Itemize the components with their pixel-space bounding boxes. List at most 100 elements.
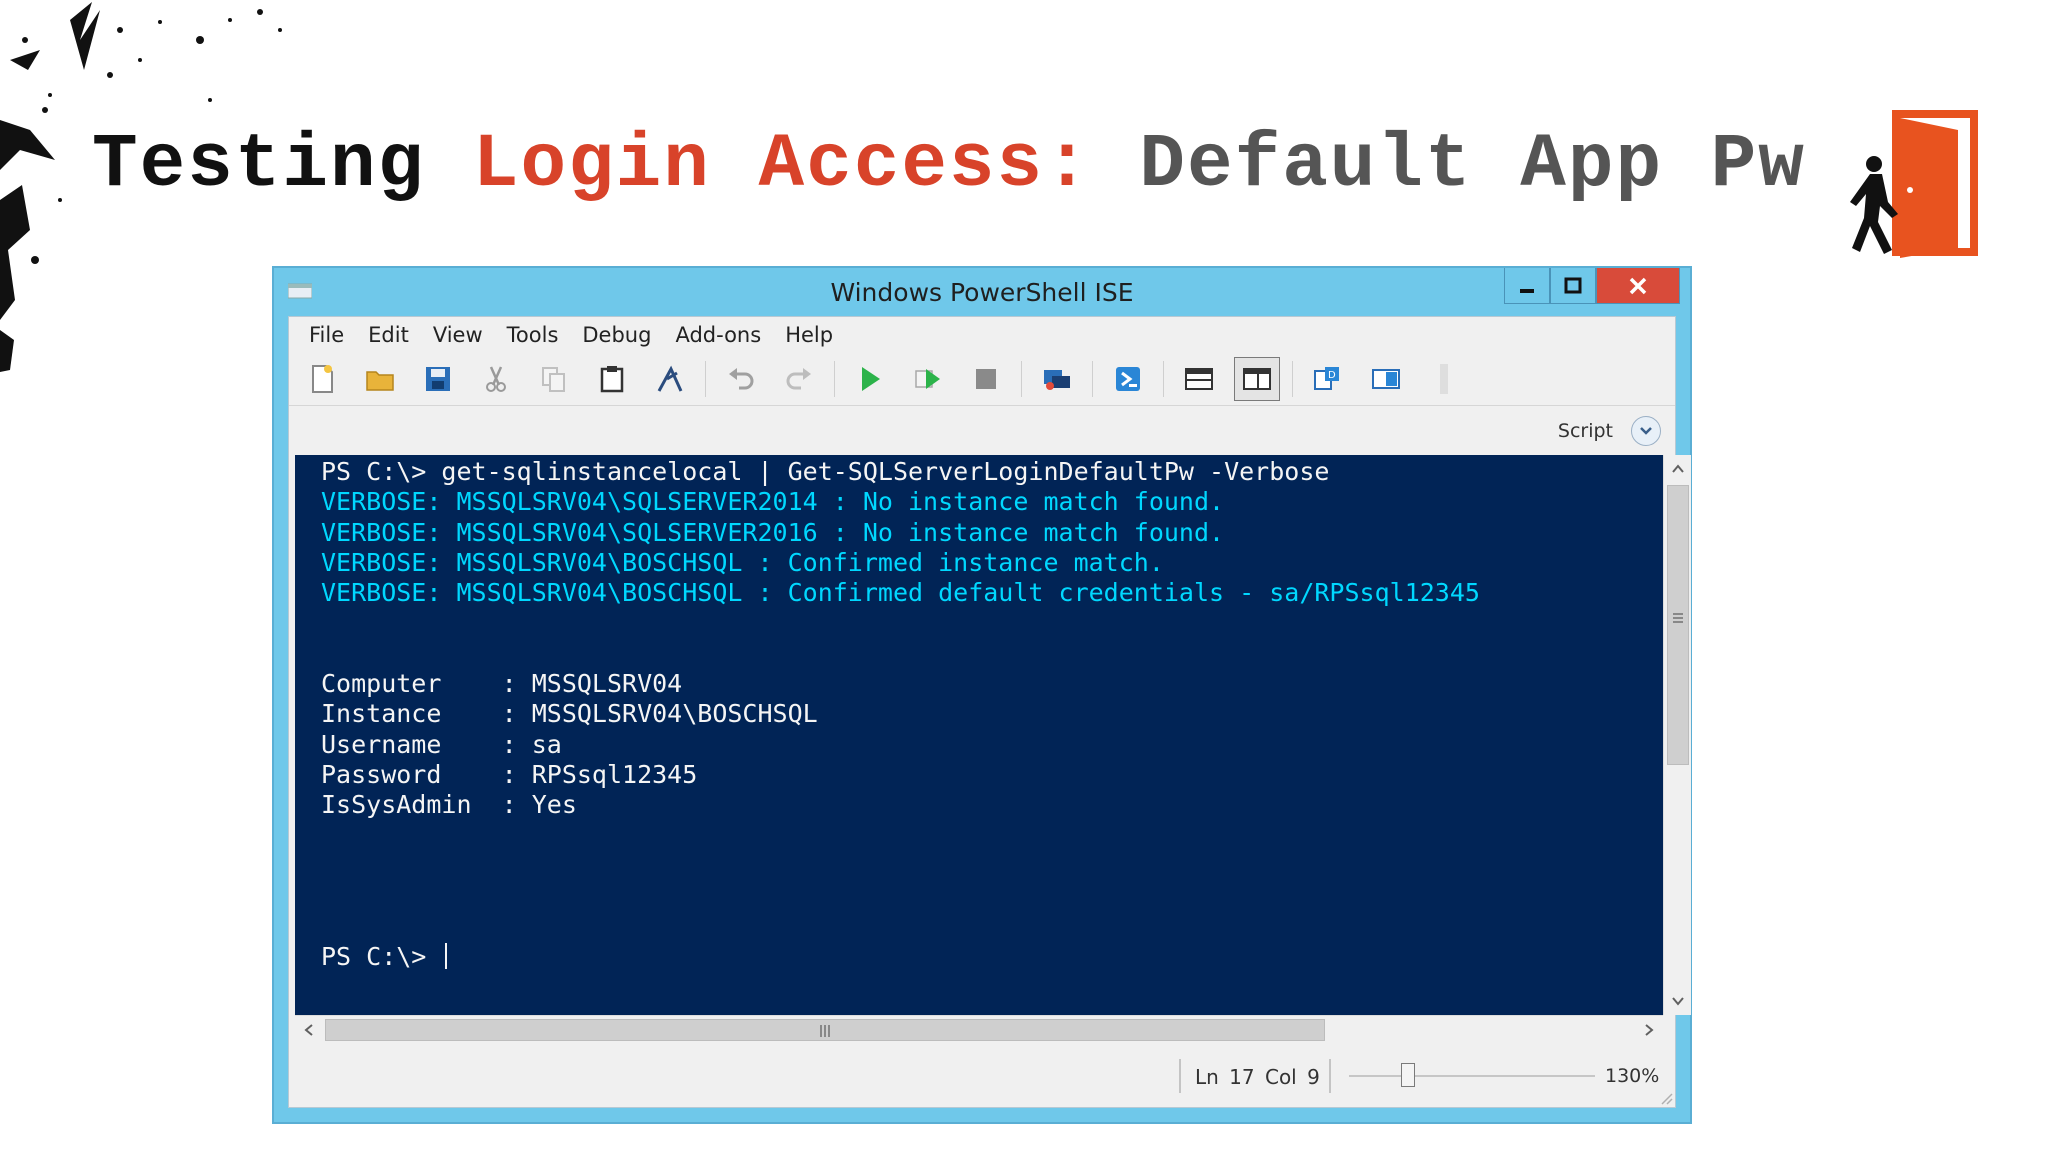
script-pane-top-icon bbox=[1185, 368, 1213, 390]
redo-button[interactable] bbox=[776, 357, 822, 401]
console-command-line: PS C:\> get-sqlinstancelocal | Get-SQLSe… bbox=[321, 457, 1330, 486]
console-input-prompt[interactable]: PS C:\> bbox=[321, 942, 1663, 972]
clear-console-icon bbox=[657, 365, 683, 392]
zoom-slider-thumb[interactable] bbox=[1401, 1063, 1416, 1087]
svg-text:D: D bbox=[1328, 370, 1336, 381]
console-verbose-line: VERBOSE: MSSQLSRV04\BOSCHSQL : Confirmed… bbox=[321, 547, 1164, 577]
show-commands-icon: D bbox=[1314, 367, 1339, 390]
status-separator bbox=[1179, 1059, 1181, 1093]
clear-console-button[interactable] bbox=[647, 357, 693, 401]
minimize-icon bbox=[1520, 288, 1534, 293]
remote-tab-button[interactable] bbox=[1034, 357, 1080, 401]
console-pane[interactable]: PS C:\> get-sqlinstancelocal | Get-SQLSe… bbox=[295, 455, 1663, 1015]
exit-door-icon bbox=[1850, 110, 1978, 258]
chevron-up-icon bbox=[1672, 464, 1684, 473]
toolbar-overflow[interactable] bbox=[1421, 357, 1467, 401]
console-verbose-line: VERBOSE: MSSQLSRV04\SQLSERVER2016 : No i… bbox=[321, 517, 1225, 547]
run-button[interactable] bbox=[847, 357, 893, 401]
maximize-icon bbox=[1564, 277, 1582, 293]
horizontal-scroll-thumb[interactable] bbox=[325, 1019, 1325, 1041]
save-button[interactable] bbox=[415, 357, 461, 401]
save-icon bbox=[426, 367, 450, 391]
toolbar-separator bbox=[1021, 361, 1022, 397]
menu-file[interactable]: File bbox=[297, 323, 356, 347]
new-file-button[interactable] bbox=[299, 357, 345, 401]
menu-tools[interactable]: Tools bbox=[495, 323, 571, 347]
toolbar-separator bbox=[834, 361, 835, 397]
close-button[interactable] bbox=[1596, 268, 1680, 304]
undo-button[interactable] bbox=[718, 357, 764, 401]
title-part-login-access: Login Access: bbox=[472, 122, 1092, 208]
script-pane-top-button[interactable] bbox=[1176, 357, 1222, 401]
stop-button[interactable] bbox=[963, 357, 1009, 401]
redo-icon bbox=[786, 368, 811, 390]
vertical-scroll-thumb[interactable] bbox=[1667, 485, 1689, 765]
remote-tab-icon bbox=[1044, 370, 1070, 390]
console-output-line: Username : sa bbox=[321, 729, 562, 759]
run-selection-button[interactable] bbox=[905, 357, 951, 401]
horizontal-scrollbar[interactable] bbox=[295, 1015, 1663, 1043]
copy-icon bbox=[542, 367, 565, 392]
menu-view[interactable]: View bbox=[421, 323, 495, 347]
run-icon bbox=[862, 367, 880, 391]
zoom-level: 130% bbox=[1605, 1065, 1660, 1087]
stop-icon bbox=[976, 369, 996, 389]
toolbar: D bbox=[289, 353, 1675, 405]
script-label[interactable]: Script bbox=[1558, 420, 1613, 442]
title-part-testing: Testing bbox=[92, 122, 473, 208]
show-addon-icon bbox=[1372, 369, 1400, 389]
console-verbose-line: VERBOSE: MSSQLSRV04\SQLSERVER2014 : No i… bbox=[321, 487, 1225, 517]
zoom-slider-track[interactable] bbox=[1349, 1075, 1595, 1077]
resize-grip-icon[interactable] bbox=[1659, 1091, 1673, 1105]
scroll-up-arrow[interactable] bbox=[1664, 455, 1692, 483]
chevron-down-icon bbox=[1672, 997, 1684, 1006]
scroll-right-arrow[interactable] bbox=[1635, 1016, 1663, 1044]
powershell-ise-window: Windows PowerShell ISE File Edit View To… bbox=[272, 266, 1692, 1124]
toolbar-separator bbox=[1292, 361, 1293, 397]
console-output-line: Password : RPSsql12345 bbox=[321, 759, 698, 789]
script-pane-right-icon bbox=[1243, 368, 1271, 390]
console-output-line: Instance : MSSQLSRV04\BOSCHSQL bbox=[321, 699, 818, 729]
scroll-grip-icon bbox=[820, 1025, 830, 1037]
maximize-button[interactable] bbox=[1550, 268, 1596, 304]
text-cursor bbox=[445, 942, 448, 969]
copy-button[interactable] bbox=[531, 357, 577, 401]
menu-help[interactable]: Help bbox=[773, 323, 845, 347]
console-output-line: IsSysAdmin : Yes bbox=[321, 790, 577, 820]
paste-button[interactable] bbox=[589, 357, 635, 401]
show-addon-button[interactable] bbox=[1363, 357, 1409, 401]
menu-bar: File Edit View Tools Debug Add-ons Help bbox=[289, 317, 1675, 353]
chevron-right-icon bbox=[1645, 1024, 1654, 1036]
script-pane-right-button[interactable] bbox=[1234, 357, 1280, 401]
vertical-scrollbar[interactable] bbox=[1663, 455, 1691, 1015]
run-selection-icon bbox=[915, 369, 940, 389]
toolbar-separator bbox=[1163, 361, 1164, 397]
menu-debug[interactable]: Debug bbox=[570, 323, 663, 347]
chevron-down-icon bbox=[1640, 427, 1652, 435]
scroll-down-arrow[interactable] bbox=[1664, 987, 1692, 1015]
open-button[interactable] bbox=[357, 357, 403, 401]
close-icon bbox=[1629, 277, 1647, 294]
client-area: File Edit View Tools Debug Add-ons Help bbox=[288, 316, 1691, 1108]
minimize-button[interactable] bbox=[1504, 268, 1550, 304]
new-file-icon bbox=[312, 365, 333, 393]
scroll-left-arrow[interactable] bbox=[295, 1016, 323, 1044]
show-commands-button[interactable]: D bbox=[1305, 357, 1351, 401]
cursor-position: Ln 17 Col 9 bbox=[1195, 1065, 1320, 1089]
console-verbose-line: VERBOSE: MSSQLSRV04\BOSCHSQL : Confirmed… bbox=[321, 578, 1480, 608]
slide-title: Testing Login Access: Default App Pw bbox=[92, 122, 1806, 208]
powershell-icon bbox=[1116, 367, 1140, 391]
chevron-left-icon bbox=[304, 1024, 313, 1036]
cut-button[interactable] bbox=[473, 357, 519, 401]
powershell-button[interactable] bbox=[1105, 357, 1151, 401]
toolbar-separator bbox=[1092, 361, 1093, 397]
title-bar[interactable]: Windows PowerShell ISE bbox=[274, 268, 1690, 316]
paste-icon bbox=[600, 366, 624, 393]
show-script-pane-button[interactable] bbox=[1631, 416, 1661, 446]
menu-add-ons[interactable]: Add-ons bbox=[663, 323, 773, 347]
menu-edit[interactable]: Edit bbox=[356, 323, 421, 347]
